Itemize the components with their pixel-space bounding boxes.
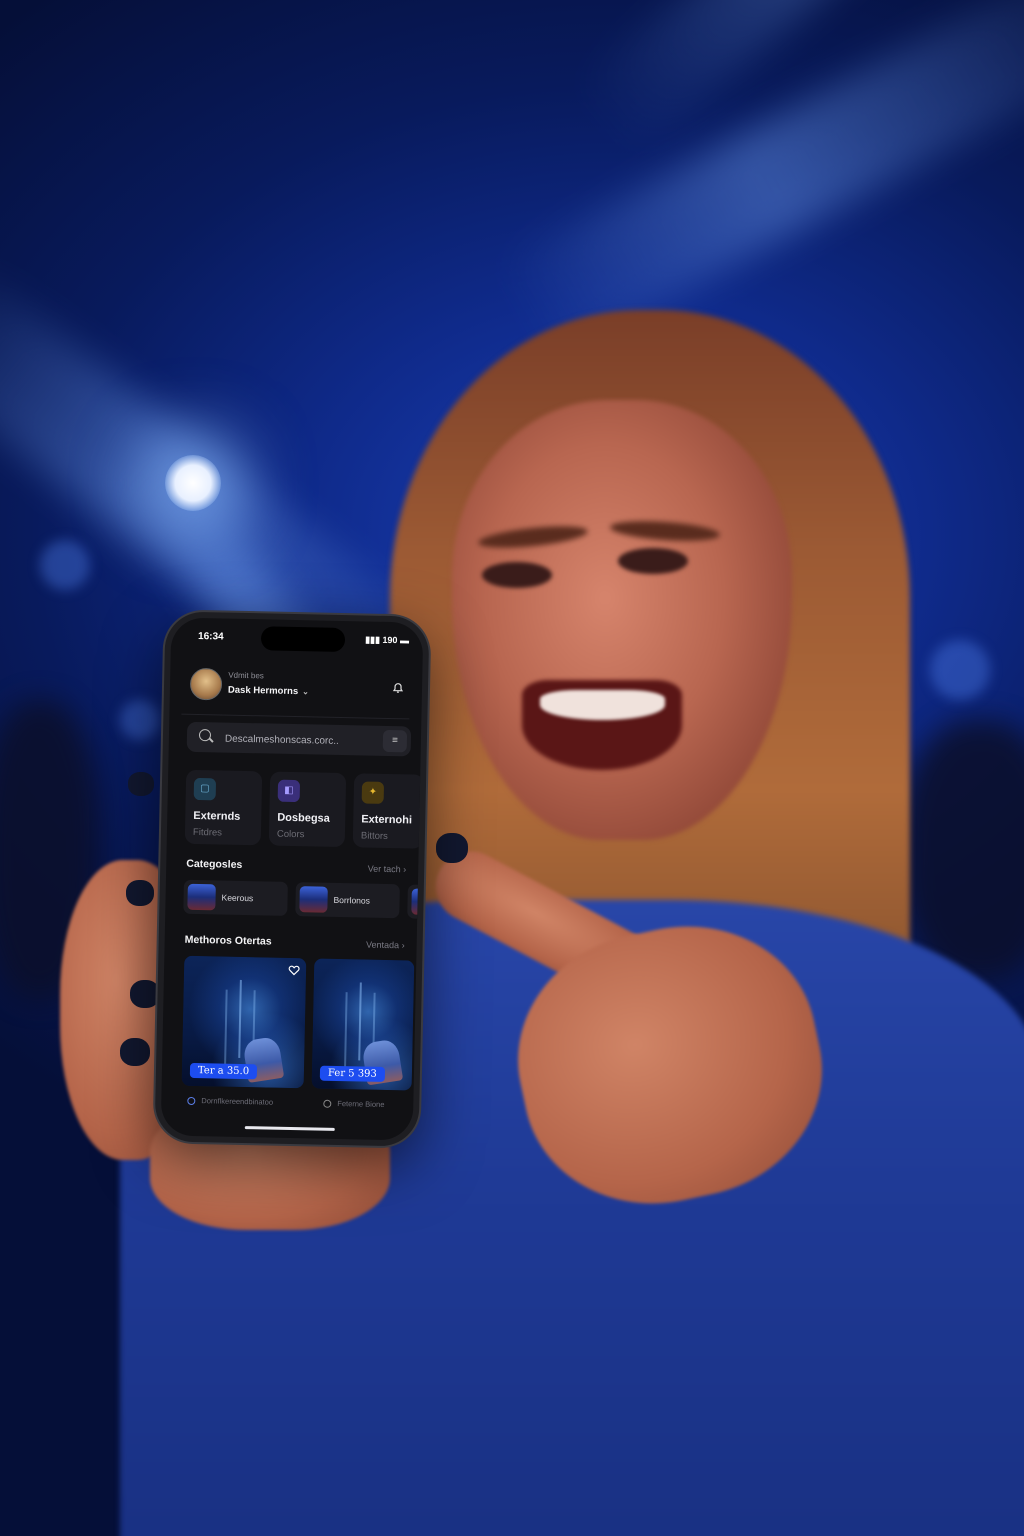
circle-icon bbox=[323, 1099, 332, 1108]
phone-screen: 16:34 ▮▮▮ 190 ▬ Vdmit bes Dask Hermorns ⌄… bbox=[160, 617, 424, 1141]
quick-card-title: Dosbegsa bbox=[277, 811, 330, 825]
chevron-right-icon: › bbox=[401, 940, 405, 951]
chevron-down-icon: ⌄ bbox=[302, 687, 309, 697]
quick-card-subtitle: Fitdres bbox=[192, 826, 223, 839]
category-label: Borrlonos bbox=[333, 894, 371, 906]
offer-card[interactable]: Fer 5 393 bbox=[311, 958, 415, 1091]
fingernail bbox=[126, 880, 154, 906]
crowd-silhouette bbox=[900, 720, 1024, 980]
stage-spotlight bbox=[165, 455, 221, 511]
teeth bbox=[540, 690, 665, 720]
filter-button[interactable]: ≡ bbox=[382, 729, 408, 753]
fingernail bbox=[130, 980, 160, 1008]
battery-icon: ▬ bbox=[397, 635, 410, 646]
category-thumbnail bbox=[299, 886, 328, 913]
category-label: Keerous bbox=[221, 892, 254, 904]
quick-card-title: Externds bbox=[193, 809, 241, 823]
light-beam bbox=[494, 0, 1024, 364]
status-time: 16:34 bbox=[197, 630, 224, 643]
offers-link-label: Ventada bbox=[365, 939, 400, 951]
app-header: Vdmit bes Dask Hermorns ⌄ bbox=[189, 666, 409, 711]
offer-card[interactable]: Ter a 35.0 bbox=[181, 955, 307, 1089]
categories-see-all-link[interactable]: Ver tach › bbox=[368, 864, 407, 875]
fingernail bbox=[436, 833, 468, 863]
price-badge: Ter a 35.0 bbox=[189, 1062, 258, 1080]
offer-caption-text: Feterne Bione bbox=[337, 1098, 385, 1109]
offers-see-all-link[interactable]: Ventada › bbox=[366, 940, 405, 951]
categories-title: Categosles bbox=[186, 857, 243, 871]
copy-icon: ◧ bbox=[277, 779, 301, 803]
category-thumbnail bbox=[187, 883, 216, 911]
eye bbox=[618, 548, 688, 574]
categories-link-label: Ver tach bbox=[367, 863, 401, 875]
badge-icon: ✦ bbox=[361, 781, 385, 804]
status-network: ▮▮▮ 190 ▬ bbox=[365, 634, 409, 646]
category-thumbnail bbox=[411, 888, 424, 915]
photo-background bbox=[0, 0, 1024, 1536]
account-switcher[interactable]: Dask Hermorns ⌄ bbox=[228, 685, 309, 698]
category-chip[interactable]: Borrlonos bbox=[295, 882, 400, 919]
user-name: Dask Hermorns bbox=[227, 684, 299, 698]
quick-card-title: Externohi bbox=[361, 813, 413, 827]
offers-title: Methoros Otertas bbox=[184, 933, 272, 948]
category-chip-partial[interactable] bbox=[407, 884, 424, 919]
status-bar: 16:34 ▮▮▮ 190 ▬ bbox=[171, 627, 423, 652]
quick-card-subtitle: Colors bbox=[276, 828, 305, 841]
search-bar: ≡ bbox=[186, 721, 412, 758]
chevron-right-icon: › bbox=[403, 864, 407, 875]
price-badge: Fer 5 393 bbox=[319, 1065, 385, 1082]
status-network-label: 190 bbox=[382, 634, 398, 646]
quick-card-externohi[interactable]: ✦ Externohi Bittors bbox=[352, 773, 424, 849]
quick-card-dosbegsa[interactable]: ◧ Dosbegsa Colors bbox=[268, 771, 347, 848]
search-input[interactable] bbox=[222, 722, 368, 758]
search-icon bbox=[198, 729, 212, 742]
bokeh-light bbox=[930, 640, 990, 700]
quick-card-subtitle: Bittors bbox=[360, 830, 388, 842]
folder-icon: ▢ bbox=[193, 777, 217, 801]
person-face bbox=[452, 400, 792, 840]
heart-icon[interactable] bbox=[288, 964, 300, 976]
offer-caption: Feterne Bione bbox=[323, 1098, 385, 1109]
offer-caption-text: Dornflkereendbinatoo bbox=[201, 1096, 274, 1107]
home-indicator[interactable] bbox=[244, 1126, 335, 1131]
eye bbox=[482, 562, 552, 588]
quick-card-externds[interactable]: ▢ Externds Fitdres bbox=[184, 769, 263, 846]
category-chip[interactable]: Keerous bbox=[183, 879, 288, 916]
offer-caption: Dornflkereendbinatoo bbox=[187, 1096, 273, 1107]
notification-icon[interactable] bbox=[392, 682, 404, 694]
avatar[interactable] bbox=[189, 667, 223, 701]
signal-icon: ▮▮▮ bbox=[365, 634, 383, 645]
fingernail bbox=[128, 772, 154, 796]
quick-cards: ▢ Externds Fitdres ◧ Dosbegsa Colors ✦ E… bbox=[184, 769, 424, 851]
drop-icon bbox=[187, 1096, 196, 1106]
bokeh-light bbox=[40, 540, 90, 590]
menu-lines-icon: ≡ bbox=[391, 735, 398, 747]
header-divider bbox=[181, 713, 410, 720]
greeting-text: Vdmit bes bbox=[228, 670, 264, 681]
smartphone: 16:34 ▮▮▮ 190 ▬ Vdmit bes Dask Hermorns ⌄… bbox=[154, 611, 430, 1147]
fingernail bbox=[120, 1038, 150, 1066]
bokeh-light bbox=[120, 700, 160, 740]
